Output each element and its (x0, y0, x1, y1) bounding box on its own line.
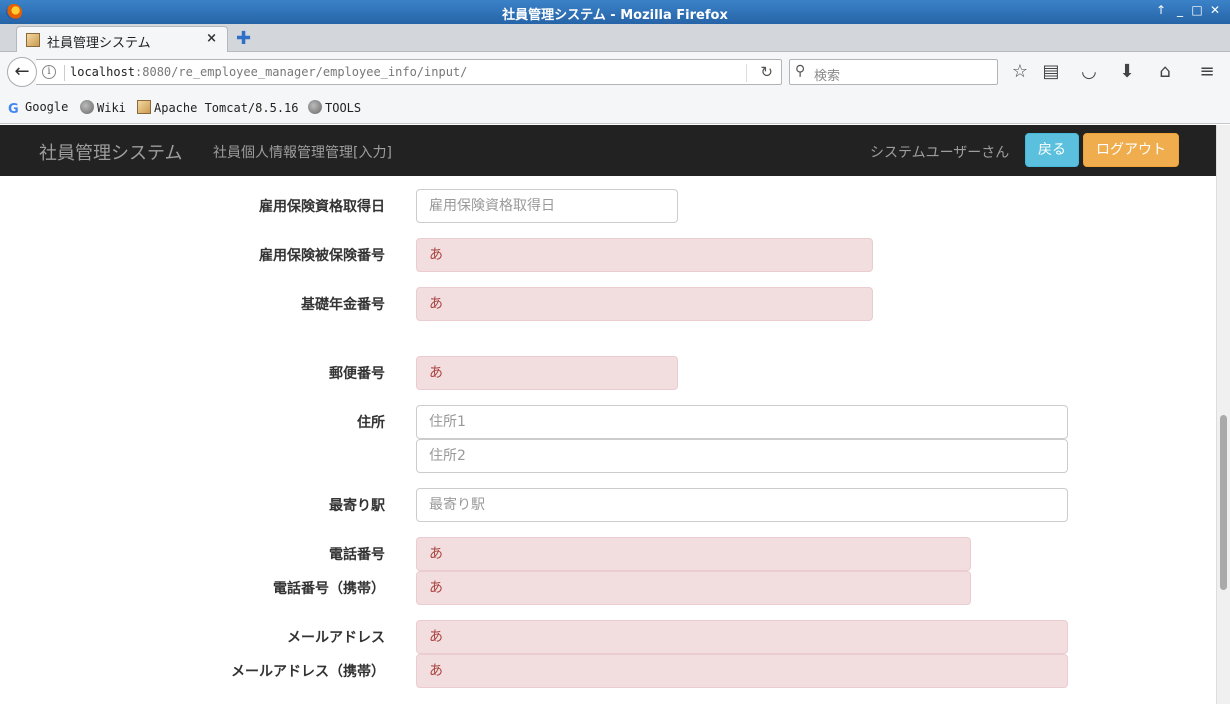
url-bar[interactable]: i localhost:8080/re_employee_manager/emp… (36, 59, 782, 85)
employment-insurance-date-placeholder: 雇用保険資格取得日 (429, 198, 555, 214)
address2-placeholder: 住所2 (429, 448, 466, 464)
tab-close-icon[interactable]: × (206, 31, 217, 46)
employment-insurance-date-label: 雇用保険資格取得日 (259, 199, 385, 215)
pension-no-input[interactable]: あ (416, 287, 873, 321)
search-bar[interactable]: ⚲ 検索 (789, 59, 998, 85)
employment-insurance-date-input[interactable]: 雇用保険資格取得日 (416, 189, 678, 223)
current-user: システムユーザーさん (870, 145, 1010, 161)
mobile-email-label: メールアドレス（携帯） (231, 664, 385, 680)
reading-list-icon[interactable]: ▤ (1040, 62, 1062, 82)
mobile-phone-input[interactable]: あ (416, 571, 971, 605)
window-maximize-icon[interactable]: □ (1190, 3, 1204, 17)
back-arrow-icon: ← (14, 61, 30, 82)
url-host: localhost (70, 65, 136, 79)
bookmark-tools[interactable]: TOOLS (308, 100, 361, 115)
window-title: 社員管理システム - Mozilla Firefox (502, 8, 728, 23)
address2-input[interactable]: 住所2 (416, 439, 1068, 473)
phone-input[interactable]: あ (416, 537, 971, 571)
page-title: 社員個人情報管理管理[入力] (213, 145, 392, 161)
tab-active[interactable]: 社員管理システム × (16, 26, 228, 52)
nav-toolbar: i localhost:8080/re_employee_manager/emp… (0, 52, 1230, 92)
employment-insurance-no-label: 雇用保険被保険番号 (259, 248, 385, 264)
downloads-icon[interactable]: ⬇ (1116, 62, 1138, 82)
bookmark-label: Apache Tomcat/8.5.16 (154, 101, 299, 115)
tab-strip: 社員管理システム × ✚ (0, 24, 1230, 52)
tomcat-icon (137, 100, 151, 114)
bookmarks-toolbar: G Google Wiki Apache Tomcat/8.5.16 TOOLS (0, 92, 1230, 124)
bookmark-label: TOOLS (325, 101, 362, 115)
url-path: :8080/re_employee_manager/employee_info/… (135, 65, 468, 79)
email-label: メールアドレス (287, 630, 385, 646)
address-label: 住所 (357, 415, 385, 431)
address1-placeholder: 住所1 (429, 414, 466, 430)
mobile-email-input[interactable]: あ (416, 654, 1068, 688)
bookmark-google[interactable]: G Google (8, 100, 69, 117)
site-info-icon[interactable]: i (42, 65, 56, 79)
tab-label: 社員管理システム (47, 36, 151, 51)
url-reload-separator (746, 64, 747, 82)
window-minimize-icon[interactable]: _ (1173, 3, 1187, 17)
menu-icon[interactable]: ≡ (1196, 62, 1218, 82)
url-separator (64, 65, 65, 81)
postal-code-label: 郵便番号 (329, 366, 385, 382)
employment-insurance-no-input[interactable]: あ (416, 238, 873, 272)
logout-button[interactable]: ログアウト (1083, 133, 1179, 167)
bookmark-wiki[interactable]: Wiki (80, 100, 126, 115)
address1-input[interactable]: 住所1 (416, 405, 1068, 439)
search-icon: ⚲ (795, 63, 806, 79)
app-brand[interactable]: 社員管理システム (39, 139, 182, 165)
reload-icon[interactable]: ↻ (760, 63, 773, 81)
google-icon: G (8, 102, 19, 117)
new-tab-icon[interactable]: ✚ (236, 28, 251, 49)
phone-label: 電話番号 (329, 547, 385, 563)
scrollbar-thumb[interactable] (1220, 415, 1227, 590)
email-input[interactable]: あ (416, 620, 1068, 654)
bookmark-tomcat[interactable]: Apache Tomcat/8.5.16 (137, 100, 299, 115)
mobile-phone-label: 電話番号（携帯） (273, 581, 385, 597)
url-text[interactable]: localhost:8080/re_employee_manager/emplo… (70, 65, 467, 79)
page-content: 社員管理システム 社員個人情報管理管理[入力] システムユーザーさん 戻る ログ… (0, 125, 1216, 704)
globe-icon (308, 100, 322, 114)
search-placeholder: 検索 (814, 69, 841, 84)
tomcat-favicon-icon (26, 33, 40, 47)
page-scrollbar[interactable] (1216, 125, 1230, 704)
back-button[interactable]: ← (7, 57, 37, 87)
globe-icon (80, 100, 94, 114)
bookmark-label: Wiki (97, 101, 126, 115)
back-page-button[interactable]: 戻る (1025, 133, 1079, 167)
pocket-icon[interactable]: ◡ (1078, 62, 1100, 82)
window-titlebar: 社員管理システム - Mozilla Firefox ↑ _ □ ✕ (0, 0, 1230, 24)
nearest-station-label: 最寄り駅 (329, 498, 385, 514)
app-navbar: 社員管理システム 社員個人情報管理管理[入力] システムユーザーさん 戻る ログ… (0, 125, 1216, 176)
pension-no-label: 基礎年金番号 (301, 297, 385, 313)
home-icon[interactable]: ⌂ (1154, 62, 1176, 82)
bookmark-label: Google (25, 100, 69, 114)
postal-code-input[interactable]: あ (416, 356, 678, 390)
window-close-icon[interactable]: ✕ (1208, 3, 1222, 17)
bookmark-star-icon[interactable]: ☆ (1009, 62, 1031, 82)
nearest-station-placeholder: 最寄り駅 (429, 497, 485, 513)
nearest-station-input[interactable]: 最寄り駅 (416, 488, 1068, 522)
window-raise-icon[interactable]: ↑ (1154, 3, 1168, 17)
